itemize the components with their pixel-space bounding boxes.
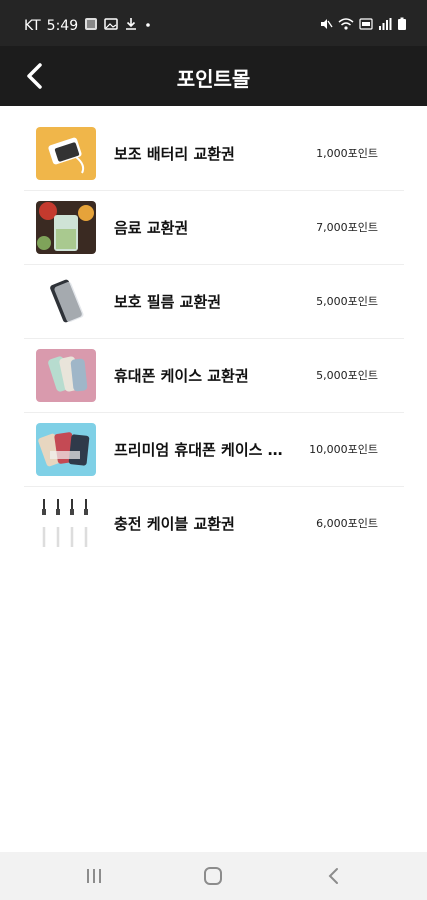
- item-points: 5,000포인트: [316, 295, 378, 308]
- back-icon: [328, 868, 338, 884]
- list-item[interactable]: 음료 교환권 7,000포인트: [24, 191, 404, 265]
- status-left: KT 5:49: [24, 17, 152, 35]
- item-name: 프리미엄 휴대폰 케이스 교환권: [114, 441, 292, 459]
- item-name: 보호 필름 교환권: [114, 293, 222, 311]
- battery-icon: [397, 17, 407, 35]
- recents-icon: [87, 869, 101, 883]
- image-icon: [104, 17, 118, 35]
- list-item[interactable]: 보호 필름 교환권 5,000포인트: [24, 265, 404, 339]
- item-name: 음료 교환권: [114, 219, 189, 237]
- download-icon: [124, 17, 138, 35]
- app-bar: 포인트몰: [0, 46, 427, 106]
- notification-app-icon: [84, 17, 98, 35]
- status-bar: KT 5:49: [0, 0, 427, 46]
- item-points: 1,000포인트: [316, 147, 378, 160]
- carrier-label: KT: [24, 18, 41, 34]
- item-points: 5,000포인트: [316, 369, 378, 382]
- item-name: 휴대폰 케이스 교환권: [114, 367, 249, 385]
- recents-button[interactable]: [82, 864, 106, 888]
- item-points: 7,000포인트: [316, 221, 378, 234]
- list-item[interactable]: 프리미엄 휴대폰 케이스 교환권 10,000포인트: [24, 413, 404, 487]
- list-item[interactable]: 충전 케이블 교환권 6,000포인트: [24, 487, 404, 560]
- signal-icon: [378, 17, 392, 35]
- home-icon: [204, 867, 222, 885]
- screen-protector-image: [36, 275, 96, 328]
- product-list: 보조 배터리 교환권 1,000포인트 음료 교환권 7,000포인트 보호 필…: [24, 117, 404, 560]
- battery-pack-image: [36, 127, 96, 180]
- wifi-icon: [338, 17, 354, 35]
- item-points: 6,000포인트: [316, 517, 378, 530]
- dot-icon: [144, 17, 152, 35]
- beverage-image: [36, 201, 96, 254]
- system-nav-bar: [0, 852, 427, 900]
- item-name: 충전 케이블 교환권: [114, 515, 235, 533]
- list-item[interactable]: 보조 배터리 교환권 1,000포인트: [24, 117, 404, 191]
- mute-icon: [319, 17, 333, 35]
- item-points: 10,000포인트: [309, 443, 378, 456]
- system-back-button[interactable]: [322, 864, 346, 888]
- status-right: [319, 17, 407, 35]
- list-item[interactable]: 휴대폰 케이스 교환권 5,000포인트: [24, 339, 404, 413]
- time-label: 5:49: [46, 18, 79, 34]
- home-button[interactable]: [201, 864, 225, 888]
- charging-cable-image: [36, 497, 96, 550]
- phone-case-image: [36, 349, 96, 402]
- premium-case-image: [36, 423, 96, 476]
- item-name: 보조 배터리 교환권: [114, 145, 235, 163]
- page-title: 포인트몰: [176, 67, 251, 91]
- volte-icon: [359, 17, 373, 35]
